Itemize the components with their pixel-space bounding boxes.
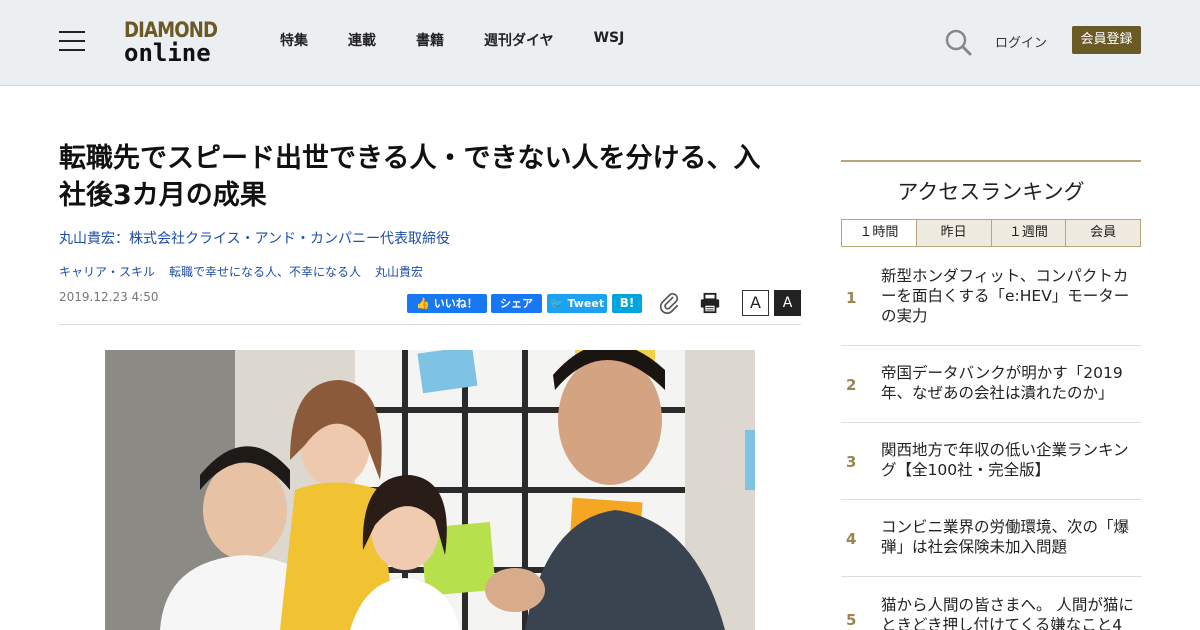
nav-item-books[interactable]: 書籍 xyxy=(416,30,444,50)
tab-members[interactable]: 会員 xyxy=(1066,219,1141,247)
ranking-title: アクセスランキング xyxy=(897,180,1085,204)
article-author[interactable]: 丸山貴宏：株式会社クライス・アンド・カンパニー代表取締役 xyxy=(59,228,450,248)
nav-item-features[interactable]: 特集 xyxy=(280,30,308,50)
divider xyxy=(59,324,801,325)
thumbs-up-icon: 👍 xyxy=(416,297,430,310)
facebook-like-button[interactable]: 👍 いいね！ xyxy=(407,294,487,313)
logo-text-top: DIAMOND xyxy=(124,18,218,42)
rank-headline: 帝国データバンクが明かす「2019年、なぜあの会社は潰れたのか」 xyxy=(881,364,1123,402)
tweet-button[interactable]: 🐦 Tweet xyxy=(547,294,607,313)
rank-headline: コンビニ業界の労働環境、次の「爆弾」は社会保険未加入問題 xyxy=(881,518,1130,556)
hatena-bookmark-button[interactable]: B! xyxy=(612,294,642,313)
rank-headline: 関西地方で年収の低い企業ランキング【全100社・完全版】 xyxy=(881,441,1129,479)
rank-headline: 猫から人間の皆さまへ。 人間が猫にときどき押し付けてくる嫌なこと4 xyxy=(881,596,1134,630)
tab-yesterday[interactable]: 昨日 xyxy=(916,219,992,247)
rank-number: 2 xyxy=(846,376,857,394)
font-size-large-button[interactable]: A xyxy=(774,290,801,316)
site-header: DIAMOND online 特集 連載 書籍 週刊ダイヤ WSJ ログイン 会… xyxy=(0,0,1200,86)
site-logo[interactable]: DIAMOND online xyxy=(124,19,228,67)
tag-link[interactable]: 転職で幸せになる人、不幸になる人 xyxy=(169,263,361,280)
logo-text-bottom: online xyxy=(124,39,211,67)
nav-item-series[interactable]: 連載 xyxy=(348,30,376,50)
like-label: いいね！ xyxy=(433,297,478,310)
rank-number: 1 xyxy=(846,289,857,307)
article-title: 転職先でスピード出世できる人・できない人を分ける、入社後3カ月の成果 xyxy=(59,143,761,211)
twitter-bird-icon: 🐦 xyxy=(549,297,564,310)
ranking-item[interactable]: 5 猫から人間の皆さまへ。 人間が猫にときどき押し付けてくる嫌なこと4 xyxy=(841,577,1141,630)
register-button[interactable]: 会員登録 xyxy=(1072,26,1141,54)
rank-number: 3 xyxy=(846,453,857,471)
article-photo xyxy=(105,350,755,630)
ranking-item[interactable]: 3 関西地方で年収の低い企業ランキング【全100社・完全版】 xyxy=(841,423,1141,500)
print-icon[interactable] xyxy=(699,292,721,314)
rank-number: 5 xyxy=(846,611,857,629)
login-link[interactable]: ログイン xyxy=(995,32,1047,51)
rank-number: 4 xyxy=(846,530,857,548)
font-size-normal-button[interactable]: A xyxy=(742,290,769,316)
tab-1-week[interactable]: １週間 xyxy=(991,219,1067,247)
ranking-item[interactable]: 2 帝国データバンクが明かす「2019年、なぜあの会社は潰れたのか」 xyxy=(841,346,1141,423)
ranking-item[interactable]: 4 コンビニ業界の労働環境、次の「爆弾」は社会保険未加入問題 xyxy=(841,500,1141,577)
ranking-tabs: １時間 昨日 １週間 会員 xyxy=(841,219,1141,247)
tag-link[interactable]: 丸山貴宏 xyxy=(375,263,423,280)
facebook-share-button[interactable]: シェア xyxy=(491,294,542,313)
tag-link[interactable]: キャリア・スキル xyxy=(59,263,155,280)
search-icon[interactable] xyxy=(944,28,972,56)
tab-1-hour[interactable]: １時間 xyxy=(841,219,917,247)
ranking-top-rule xyxy=(841,160,1141,162)
nav-item-wsj[interactable]: WSJ xyxy=(594,30,625,50)
tweet-label: Tweet xyxy=(567,297,605,310)
main-nav: 特集 連載 書籍 週刊ダイヤ WSJ xyxy=(280,30,664,50)
menu-icon[interactable] xyxy=(59,31,85,53)
nav-item-weekly-diamond[interactable]: 週刊ダイヤ xyxy=(484,30,554,50)
clip-icon[interactable] xyxy=(658,292,680,314)
ranking-item[interactable]: 1 新型ホンダフィット、コンパクトカーを面白くする「e:HEV」モーターの実力 xyxy=(841,258,1141,346)
publish-date: 2019.12.23 4:50 xyxy=(59,290,159,304)
rank-headline: 新型ホンダフィット、コンパクトカーを面白くする「e:HEV」モーターの実力 xyxy=(881,267,1130,325)
article-tags: キャリア・スキル 転職で幸せになる人、不幸になる人 丸山貴宏 xyxy=(59,263,437,280)
